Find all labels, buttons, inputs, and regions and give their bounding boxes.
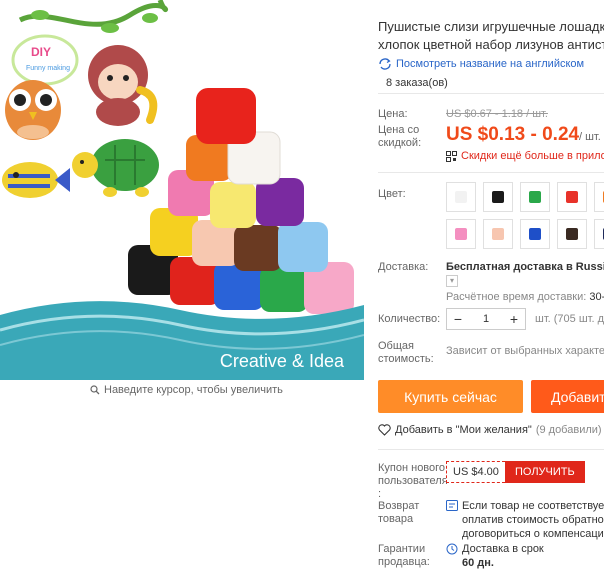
translate-link[interactable]: Посмотреть название на английском [378, 58, 584, 70]
color-chip [492, 191, 504, 203]
returns-label-line1: Возврат [378, 500, 420, 512]
add-to-cart-button[interactable]: Добавит [531, 380, 604, 413]
app-discount-text[interactable]: Скидки ещё больше в приложе [461, 150, 604, 162]
returns-line2: оплатив стоимость обратной п [462, 514, 604, 526]
get-coupon-button[interactable]: ПОЛУЧИТЬ [504, 461, 585, 483]
total-label-line2: стоимость: [378, 353, 434, 365]
color-chip [529, 228, 541, 240]
zoom-hint: Наведите курсор, чтобы увеличить [90, 384, 283, 396]
product-title-line1: Пушистые слизи игрушечные лошадки [378, 19, 604, 34]
price-label: Цена: [378, 108, 408, 120]
returns-policy-text: Если товар не соответствует о оплатив ст… [462, 499, 604, 541]
delivery-time: Расчётное время доставки: 30-50 [446, 291, 604, 303]
wishlist-count: (9 добавили) [535, 424, 602, 436]
banner-tagline: Creative & Idea [219, 351, 344, 371]
color-swatch-orange[interactable] [594, 182, 604, 212]
guarantee-label-line1: Гарантии [378, 543, 426, 555]
quantity-increase-button[interactable]: + [503, 309, 525, 329]
discount-price-label-line1: Цена со [378, 124, 420, 136]
color-swatch-navy[interactable] [594, 219, 604, 249]
delivery-time-label: Расчётное время доставки: [446, 291, 587, 303]
coupon-label-line1: Купон нового [378, 462, 446, 474]
color-chip [455, 191, 467, 203]
product-main-image[interactable]: DIY Funny making Creative & Idea [0, 0, 364, 380]
product-title: Пушистые слизи игрушечные лошадки хлопок… [378, 18, 604, 54]
guarantee-days: 60 дн. [462, 557, 494, 569]
shipping-option[interactable]: Бесплатная доставка в Russian F [446, 261, 604, 273]
color-swatches [446, 182, 604, 249]
shipping-label: Доставка: [378, 261, 429, 273]
clay-cubes [128, 88, 354, 314]
diy-badge: DIY [31, 45, 51, 59]
color-chip [566, 228, 578, 240]
quantity-stepper: − + [446, 308, 526, 330]
quantity-label: Количество: [378, 313, 441, 325]
guarantee-text: Доставка в срок 60 дн. [462, 542, 544, 570]
quantity-input[interactable] [471, 313, 501, 325]
coupon-label: Купон нового пользователя : [378, 462, 448, 501]
color-swatch-red[interactable] [557, 182, 587, 212]
color-chip [455, 228, 467, 240]
quantity-decrease-button[interactable]: − [447, 309, 469, 329]
heart-icon [378, 424, 391, 436]
discount-price-label: Цена со скидкой: [378, 124, 421, 150]
stock-note: шт. (705 шт. дос [535, 313, 604, 325]
color-swatch-black[interactable] [483, 182, 513, 212]
color-swatch-peach[interactable] [483, 219, 513, 249]
product-title-line2: хлопок цветной набор лизунов антистр [378, 37, 604, 52]
color-chip [566, 191, 578, 203]
color-swatch-white[interactable] [446, 182, 476, 212]
color-swatch-blue[interactable] [520, 219, 550, 249]
color-swatch-pink[interactable] [446, 219, 476, 249]
price-unit: / шт. [579, 131, 601, 143]
clock-icon [446, 543, 458, 555]
total-label: Общая стоимость: [378, 340, 434, 366]
magnifier-icon [90, 385, 100, 395]
old-price: US $0.67 - 1.18 / шт. [446, 108, 548, 120]
discount-price-label-line2: скидкой: [378, 137, 422, 149]
coupon-value: US $4.00 [446, 461, 505, 483]
product-gallery: DIY Funny making Creative & Idea Наведит… [0, 0, 364, 405]
total-value: Зависит от выбранных характери [446, 345, 604, 357]
returns-line1: Если товар не соответствует о [462, 500, 604, 512]
divider [378, 93, 604, 94]
delivery-time-value: 30-50 [589, 291, 604, 303]
divider [378, 172, 604, 173]
guarantee-line2: 60 дн. [462, 556, 544, 570]
document-icon [446, 500, 458, 511]
total-label-line1: Общая [378, 340, 414, 352]
color-label: Цвет: [378, 188, 406, 200]
coupon-label-line2: пользователя [378, 475, 448, 487]
orders-count: 8 заказа(ов) [386, 77, 448, 89]
app-discount-link[interactable]: Скидки ещё больше в приложе [446, 150, 604, 162]
color-swatch-dark-brown[interactable] [557, 219, 587, 249]
current-price: US $0.13 - 0.24 [446, 124, 580, 145]
guarantee-label-line2: продавца: [378, 556, 430, 568]
product-info: Пушистые слизи игрушечные лошадки хлопок… [372, 0, 604, 572]
shipping-dropdown-icon[interactable]: ▾ [446, 275, 458, 287]
returns-label-line2: товара [378, 513, 414, 525]
wishlist-link[interactable]: Добавить в "Мои желания" (9 добавили) ▾ [378, 424, 604, 436]
new-user-coupon: US $4.00 ПОЛУЧИТЬ [446, 461, 585, 483]
guarantee-label: Гарантии продавца: [378, 543, 430, 569]
translate-link-text[interactable]: Посмотреть название на английском [396, 58, 584, 70]
zoom-hint-text: Наведите курсор, чтобы увеличить [104, 384, 283, 396]
wishlist-label[interactable]: Добавить в "Мои желания" [395, 424, 532, 436]
qr-code-icon [446, 150, 457, 162]
color-chip [492, 228, 504, 240]
returns-line3: договориться о компенсации с [462, 528, 604, 540]
color-chip [529, 191, 541, 203]
diy-subtitle: Funny making [26, 65, 70, 72]
guarantee-line1: Доставка в срок [462, 543, 544, 555]
buy-now-button[interactable]: Купить сейчас [378, 380, 523, 413]
divider [378, 449, 604, 450]
translate-icon [379, 58, 391, 70]
returns-label: Возврат товара [378, 500, 419, 526]
color-swatch-green[interactable] [520, 182, 550, 212]
